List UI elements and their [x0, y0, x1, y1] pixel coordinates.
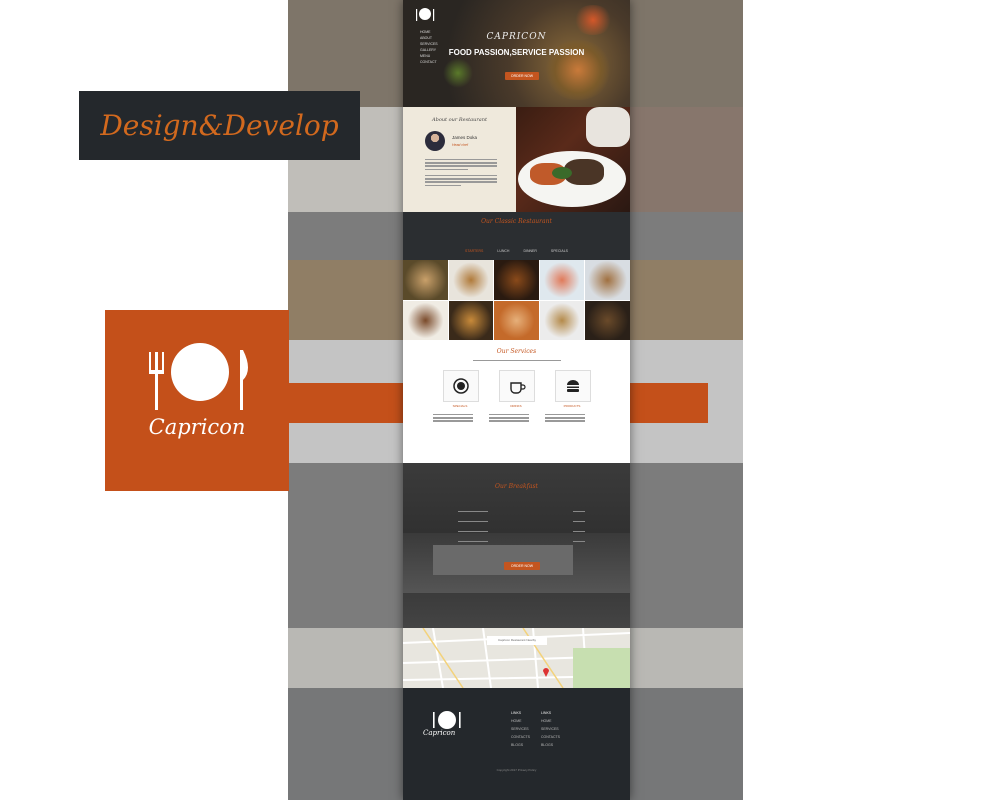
menu-title: Our Classic Restaurant	[481, 218, 552, 225]
gallery-image[interactable]	[448, 300, 494, 340]
footer-heading: LINKS	[541, 711, 552, 715]
menu-tabs: STARTERS LUNCH DINNER SPECIALS	[403, 249, 630, 253]
gallery-image[interactable]	[494, 300, 539, 340]
plate-icon	[453, 378, 469, 394]
brand-title: CAPRICON	[486, 32, 547, 42]
footer-link[interactable]: CONTACTS	[541, 733, 560, 741]
gallery-image[interactable]	[494, 260, 539, 300]
fork-plate-knife-icon	[149, 343, 248, 410]
gallery-image[interactable]	[403, 260, 448, 300]
about-title: About our Restaurant	[432, 117, 487, 123]
website-mockup: HOME ABOUT SERVICES GALLERY MENU CONTACT…	[403, 0, 630, 800]
coffee-cup-icon	[510, 382, 526, 394]
about-section: About our Restaurant James Doka Head che…	[403, 107, 516, 212]
footer-links-column: LINKS HOME SERVICES CONTACTS BLOGS	[511, 709, 530, 749]
service-label: SPECIALS	[452, 404, 468, 408]
map-search-box[interactable]: Capricon Restaurant Nearby	[487, 636, 547, 645]
services-subtitle	[473, 360, 561, 363]
footer: Capricon LINKS HOME SERVICES CONTACTS BL…	[403, 688, 630, 800]
dish-photo	[516, 107, 630, 212]
footer-heading: LINKS	[511, 711, 522, 715]
gallery-image[interactable]	[585, 300, 630, 340]
location-map[interactable]: Capricon Restaurant Nearby	[403, 628, 630, 688]
services-title: Our Services	[496, 348, 537, 355]
capricon-logo-text: Capricon	[148, 415, 246, 439]
footer-link[interactable]: BLOGS	[541, 741, 560, 749]
footer-link[interactable]: SERVICES	[541, 725, 560, 733]
footer-brand: Capricon	[423, 729, 456, 737]
capricon-logo-icon[interactable]	[413, 6, 437, 24]
hero-tagline: FOOD PASSION,SERVICE PASSION	[448, 48, 585, 57]
hero-section: HOME ABOUT SERVICES GALLERY MENU CONTACT…	[403, 0, 630, 107]
footer-link[interactable]: CONTACTS	[511, 733, 530, 741]
footer-link[interactable]: SERVICES	[511, 725, 530, 733]
capricon-logo-card: Capricon	[105, 310, 289, 491]
service-text	[489, 414, 529, 424]
menu-tab[interactable]: DINNER	[523, 249, 536, 253]
gallery-image[interactable]	[585, 260, 630, 300]
burger-icon	[567, 380, 579, 392]
nav-item[interactable]: CONTACT	[420, 59, 438, 65]
chef-avatar	[425, 131, 445, 151]
footer-link[interactable]: HOME	[541, 717, 560, 725]
food-gallery	[403, 260, 630, 340]
logo-band-left	[288, 383, 403, 423]
menu-section: Our Classic Restaurant STARTERS LUNCH DI…	[403, 212, 630, 260]
footer-link[interactable]: BLOGS	[511, 741, 530, 749]
service-label: DRINKS	[510, 404, 522, 408]
service-card-specials[interactable]	[443, 370, 479, 402]
about-paragraph	[425, 159, 497, 172]
chef-role: Head chef	[452, 143, 468, 147]
design-develop-text: Design&Develop	[100, 109, 339, 142]
menu-tab[interactable]: SPECIALS	[551, 249, 568, 253]
menu-tab[interactable]: LUNCH	[497, 249, 509, 253]
design-develop-banner: Design&Develop	[79, 91, 360, 160]
copyright-text: Copyright 2017 Privacy Policy	[496, 768, 537, 772]
map-pin-icon[interactable]	[543, 668, 549, 677]
footer-links-column: LINKS HOME SERVICES CONTACTS BLOGS	[541, 709, 560, 749]
hero-order-button[interactable]: ORDER NOW	[505, 72, 539, 80]
footer-link[interactable]: HOME	[511, 717, 530, 725]
gallery-image[interactable]	[539, 300, 585, 340]
gallery-image[interactable]	[448, 260, 494, 300]
menu-tab[interactable]: STARTERS	[465, 249, 483, 253]
gallery-image[interactable]	[539, 260, 585, 300]
services-section: Our Services SPECIALS DRINKS PRODUCTS	[403, 340, 630, 463]
logo-band-right	[630, 383, 708, 423]
service-card-products[interactable]	[555, 370, 591, 402]
gallery-image[interactable]	[403, 300, 448, 340]
service-text	[433, 414, 473, 424]
about-paragraph	[425, 175, 497, 188]
service-text	[545, 414, 585, 424]
chef-name: James Doka	[452, 135, 478, 140]
service-card-drinks[interactable]	[499, 370, 535, 402]
breakfast-order-button[interactable]: ORDER NOW	[504, 562, 540, 570]
breakfast-section: Our Breakfast ORDER NOW	[403, 463, 630, 628]
breakfast-title: Our Breakfast	[495, 483, 538, 490]
service-label: PRODUCTS	[563, 404, 581, 408]
